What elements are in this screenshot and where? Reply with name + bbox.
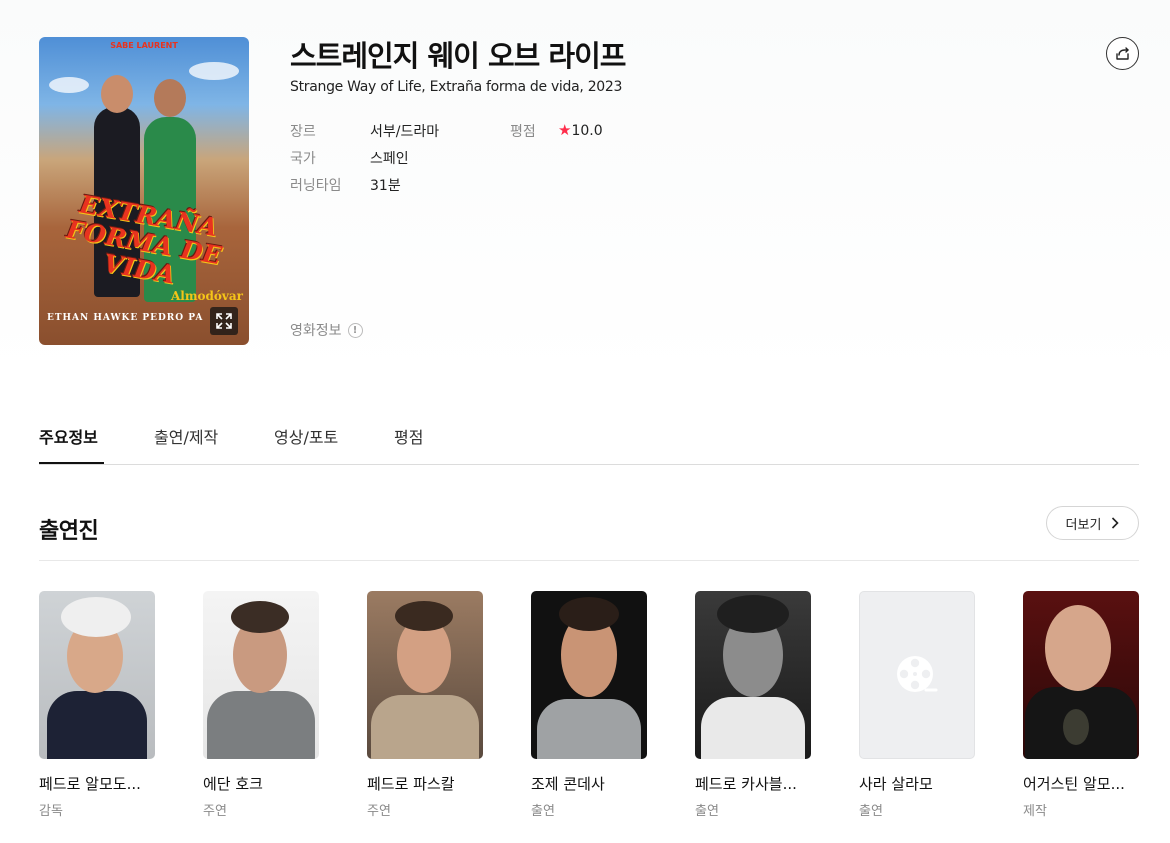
cast-card[interactable]: 사라 살라모 출연 [859, 591, 1009, 819]
country-value: 스페인 [370, 151, 409, 167]
cast-photo [1023, 591, 1139, 759]
cast-photo-trophy [1063, 709, 1089, 745]
country-label: 국가 [290, 151, 316, 167]
info-icon: ! [347, 322, 363, 338]
star-icon: ★ [558, 121, 572, 139]
runtime-value: 31분 [370, 178, 401, 194]
cast-card[interactable]: 페드로 알모도... 감독 [39, 591, 189, 819]
cast-photo-hair [559, 597, 619, 631]
cast-photo-body [207, 691, 315, 759]
tab-main-info[interactable]: 주요정보 [39, 424, 104, 464]
cast-photo-placeholder [859, 591, 975, 759]
runtime-label: 러닝타임 [290, 178, 342, 194]
section-divider [39, 560, 1139, 561]
cast-photo [367, 591, 483, 759]
cast-photo-body [47, 691, 147, 759]
cast-role: 출연 [531, 804, 555, 819]
share-button[interactable] [1106, 37, 1139, 70]
cast-role: 출연 [859, 804, 883, 819]
cast-photo [39, 591, 155, 759]
expand-icon [216, 313, 232, 329]
rating-value: 10.0 [571, 123, 603, 139]
cast-role: 주연 [367, 804, 391, 819]
tab-ratings[interactable]: 평점 [394, 424, 423, 464]
more-button-label: 더보기 [1065, 517, 1102, 533]
cast-section-title: 출연진 [39, 519, 99, 544]
movie-subtitle: Strange Way of Life, Extraña forma de vi… [290, 79, 623, 95]
genre-label: 장르 [290, 124, 316, 140]
tab-cast-crew[interactable]: 출연/제작 [154, 424, 218, 464]
cast-card[interactable]: 페드로 카사블... 출연 [695, 591, 845, 819]
cast-card[interactable]: 조제 콘데사 출연 [531, 591, 681, 819]
cast-role: 출연 [695, 804, 719, 819]
cast-name: 페드로 카사블... [695, 775, 797, 793]
poster-title-text: EXTRAÑA FORMA DE VIDA [64, 189, 224, 290]
cast-photo [531, 591, 647, 759]
cast-photo-body [537, 699, 641, 759]
cast-name: 에단 호크 [203, 775, 263, 793]
chevron-right-icon [1112, 517, 1120, 529]
cast-card[interactable]: 에단 호크 주연 [203, 591, 353, 819]
movie-info-link[interactable]: 영화정보 ! [290, 320, 363, 340]
rating-label: 평점 [510, 124, 536, 140]
poster-director-text: Almodóvar [170, 289, 243, 303]
poster-top-text: SABE LAURENT [110, 41, 178, 50]
cast-photo-body [371, 695, 479, 759]
poster-cast-text: ETHAN HAWKE PEDRO PA [47, 313, 204, 323]
cast-photo-face [1045, 605, 1111, 691]
cast-role: 감독 [39, 804, 63, 819]
cast-photo [203, 591, 319, 759]
cast-photo-hair [717, 595, 789, 633]
poster-figure-right-head [154, 79, 186, 117]
film-reel-icon [897, 656, 938, 692]
share-icon [1115, 46, 1129, 60]
movie-title: 스트레인지 웨이 오브 라이프 [290, 39, 626, 73]
cast-photo-hair [61, 597, 131, 637]
poster-cloud [49, 77, 89, 93]
cast-photo-hair [231, 601, 289, 633]
tab-bar: 주요정보 출연/제작 영상/포토 평점 [39, 420, 1139, 465]
poster-figure-left-head [101, 75, 133, 113]
more-button[interactable]: 더보기 [1046, 506, 1139, 540]
genre-value: 서부/드라마 [370, 124, 440, 140]
movie-poster[interactable]: SABE LAURENT EXTRAÑA FORMA DE VIDA Almod… [39, 37, 249, 345]
poster-cloud [189, 62, 239, 80]
cast-name: 페드로 파스칼 [367, 775, 455, 793]
cast-role: 제작 [1023, 804, 1047, 819]
cast-name: 어거스틴 알모... [1023, 775, 1125, 793]
cast-name: 페드로 알모도... [39, 775, 141, 793]
cast-name: 조제 콘데사 [531, 775, 605, 793]
cast-card[interactable]: 페드로 파스칼 주연 [367, 591, 517, 819]
cast-name: 사라 살라모 [859, 775, 933, 793]
cast-role: 주연 [203, 804, 227, 819]
tab-video-photo[interactable]: 영상/포토 [274, 424, 338, 464]
cast-photo-hair [395, 601, 453, 631]
expand-poster-button[interactable] [210, 307, 238, 335]
movie-info-label: 영화정보 [290, 323, 342, 339]
cast-photo [695, 591, 811, 759]
cast-card[interactable]: 어거스틴 알모... 제작 [1023, 591, 1170, 819]
cast-photo-body [701, 697, 805, 759]
rating-display: ★10.0 [558, 121, 603, 139]
